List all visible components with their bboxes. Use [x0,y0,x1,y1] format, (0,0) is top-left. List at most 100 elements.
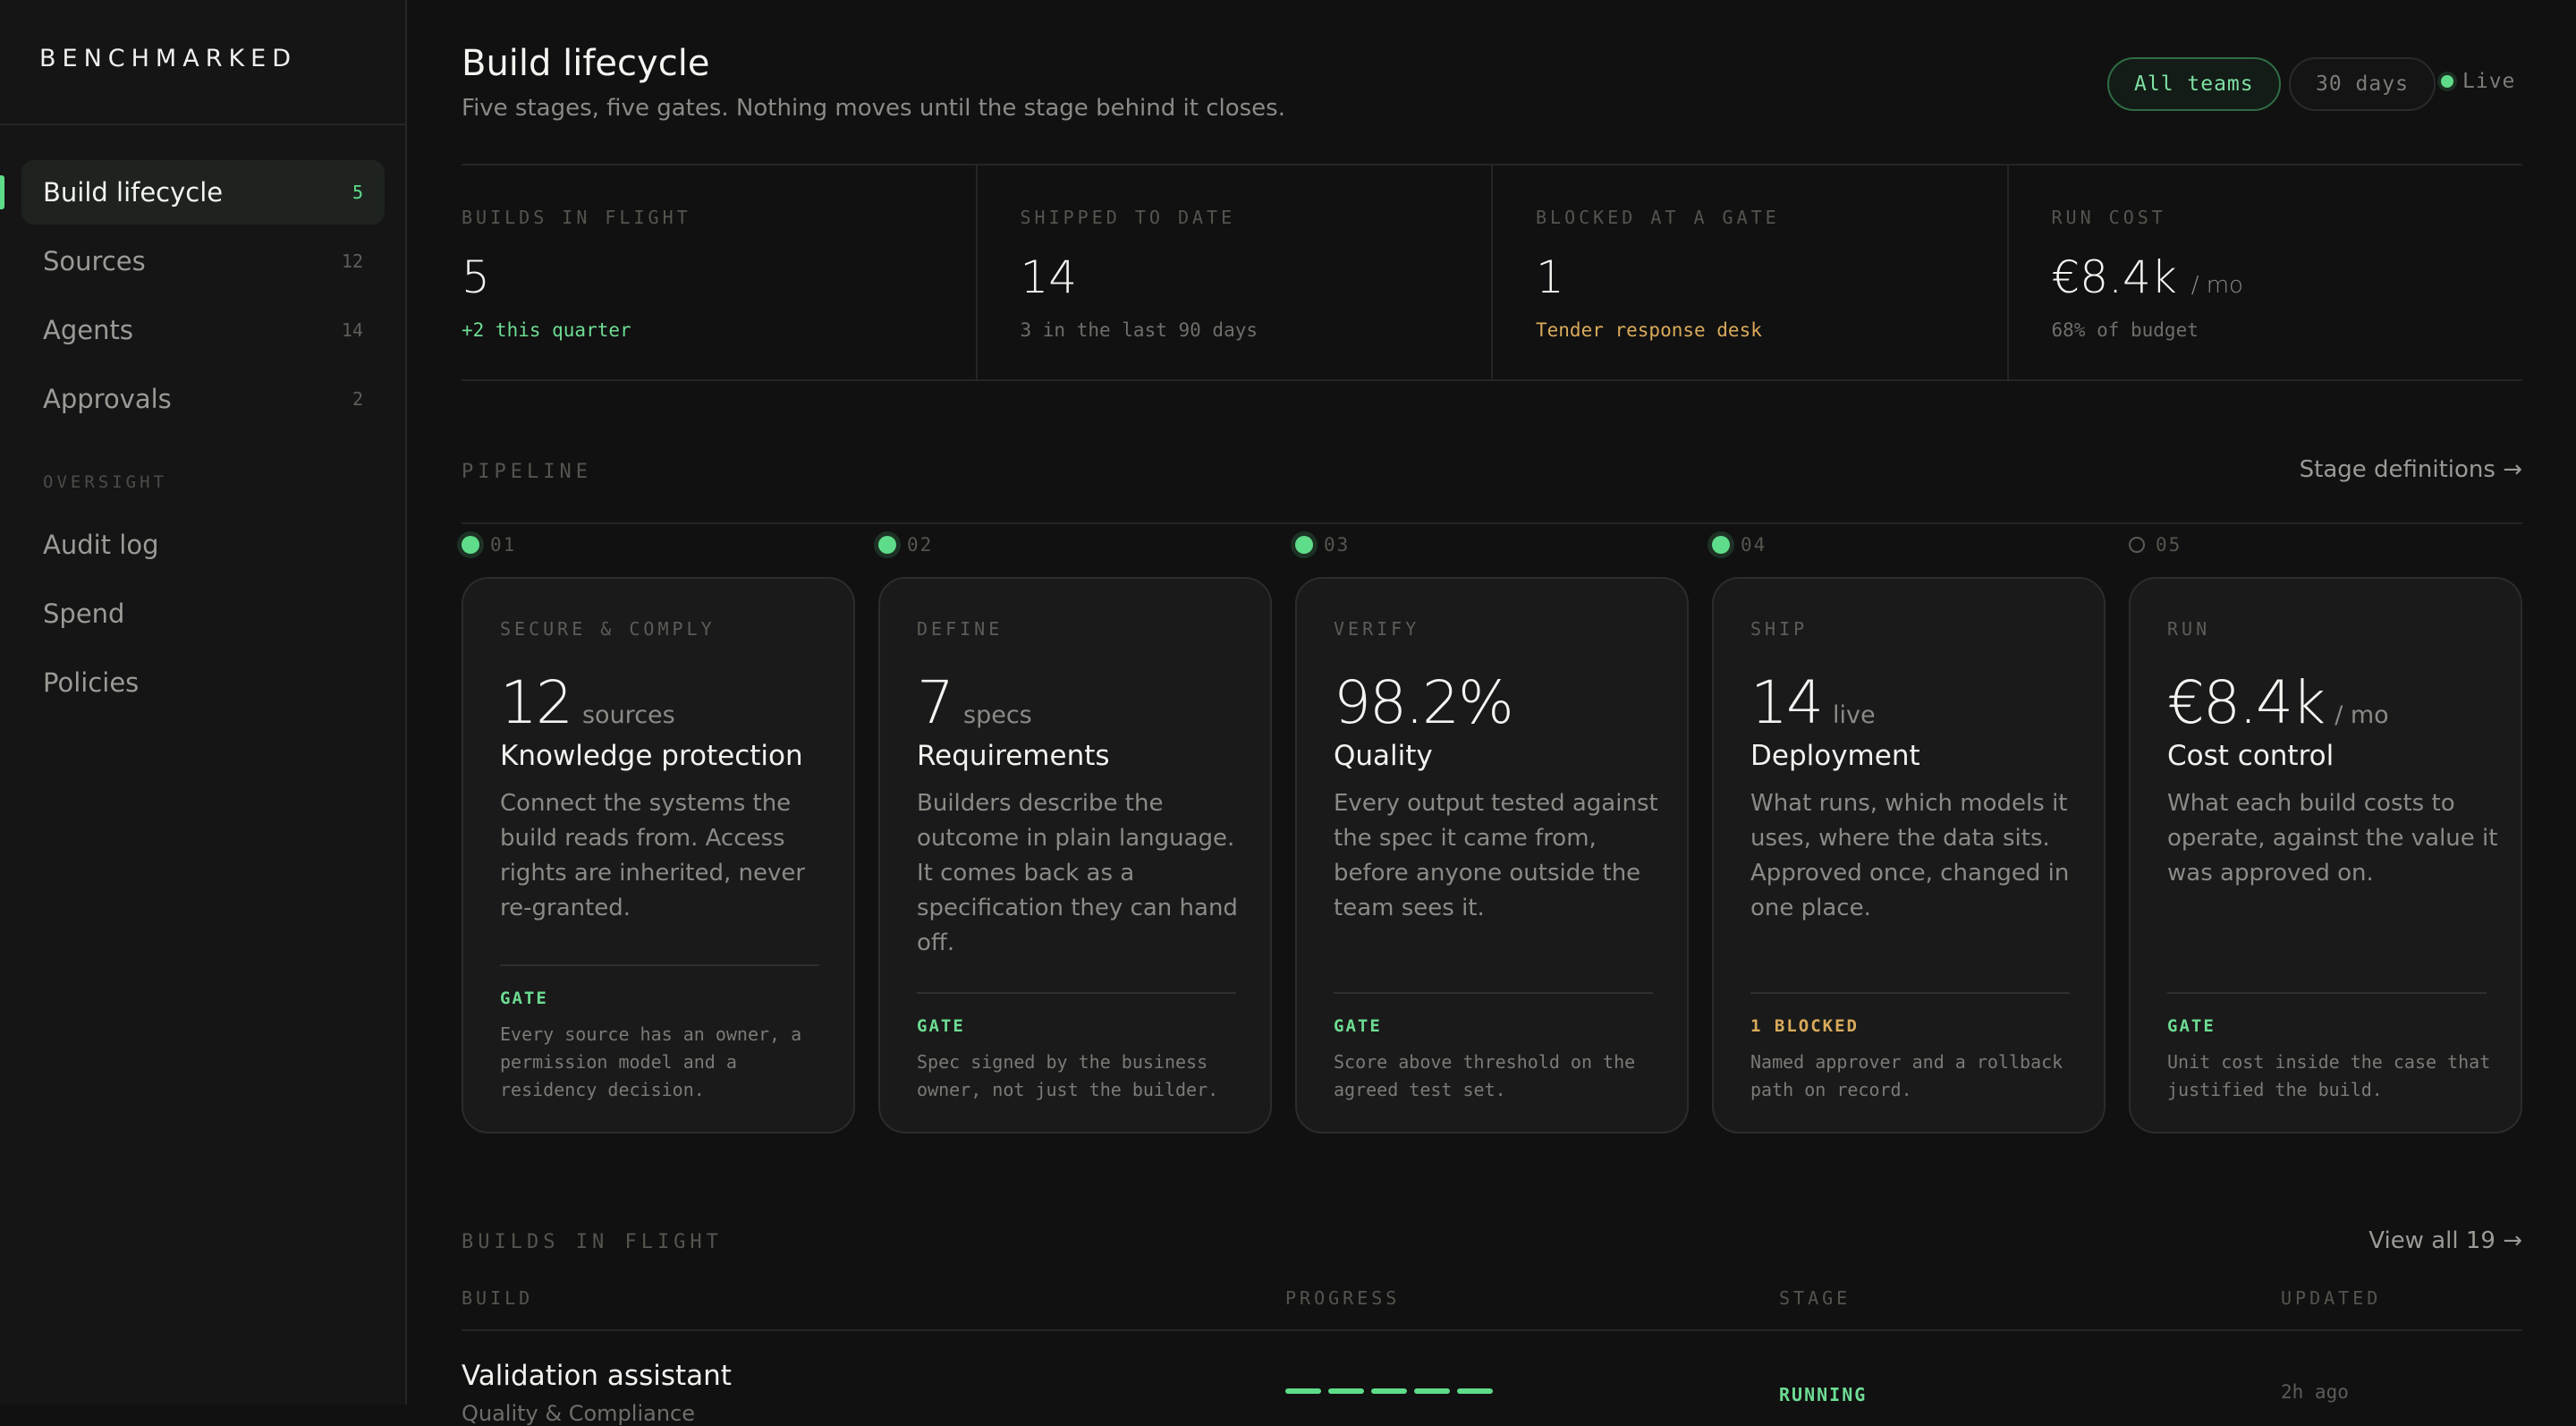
card-description: Builders describe the outcome in plain l… [917,790,1238,956]
progress-segment [1371,1388,1407,1394]
sidebar-item-build-lifecycle[interactable]: Build lifecycle 5 [21,160,385,225]
stage-marker-03: 03 [1295,534,1350,556]
card-divider [2167,992,2487,994]
stage-card-secure-comply[interactable]: SECURE & COMPLY 12 sources Knowledge pro… [462,577,855,1133]
gate-label: GATE [917,1016,965,1036]
gate-label: GATE [500,989,548,1008]
live-dot-icon [2441,75,2453,88]
stage-card-run[interactable]: RUN €8.4k / mo Cost control What each bu… [2129,577,2522,1133]
page-subtitle: Five stages, five gates. Nothing moves u… [462,95,1285,122]
card-divider [1750,992,2070,994]
sidebar-item-label: Policies [43,667,140,698]
column-header-build[interactable]: BUILD [462,1287,533,1309]
card-title: Requirements [917,740,1110,772]
sidebar-divider [0,123,407,125]
metric-value: 98.2% [1334,668,1514,737]
metric-unit: sources [581,701,675,729]
stat-note: 68% of budget [2051,319,2199,341]
stage-complete-dot-icon [462,536,479,554]
build-name[interactable]: Validation assistant [462,1360,732,1392]
metric-value: €8.4k [2167,668,2326,737]
sidebar-item-spend[interactable]: Spend [21,581,385,646]
brand-logo[interactable]: BENCHMARKED [39,45,297,72]
progress-segment [1457,1388,1493,1394]
card-description: Connect the systems the build reads from… [500,790,806,921]
builds-heading: BUILDS IN FLIGHT [462,1231,723,1253]
metric-value: 7 [917,668,954,737]
column-header-stage[interactable]: STAGE [1779,1287,1851,1309]
sidebar-item-count: 14 [341,319,363,341]
sidebar-item-sources[interactable]: Sources 12 [21,229,385,293]
build-meta: Quality & Compliance [462,1401,695,1426]
stage-number: 01 [490,534,517,556]
stat-shipped-to-date: SHIPPED TO DATE 14 3 in the last 90 days [978,166,1493,379]
sidebar-item-label: Agents [43,315,133,345]
active-nav-marker [0,175,4,209]
stat-builds-in-flight: BUILDS IN FLIGHT 5 +2 this quarter [462,166,978,379]
gate-text: Unit cost inside the case that justified… [2167,1051,2491,1100]
pipeline-heading: PIPELINE [462,461,592,483]
card-divider [500,964,819,966]
sidebar-item-approvals[interactable]: Approvals 2 [21,367,385,431]
stat-label: BLOCKED AT A GATE [1536,207,1780,228]
stat-label: BUILDS IN FLIGHT [462,207,691,228]
metric-value: 14 [1750,668,1824,737]
team-filter-button[interactable]: All teams [2107,57,2281,111]
stat-value: €8.4k / mo [2052,251,2243,303]
live-indicator[interactable]: Live [2441,70,2515,93]
sidebar-item-count: 2 [352,388,363,410]
card-title: Deployment [1750,740,1920,772]
card-metric: 12 sources [500,668,675,737]
stage-number: 02 [907,534,934,556]
sidebar: BENCHMARKED Build lifecycle 5 Sources 12… [0,0,407,1405]
updated-time: 2h ago [2281,1381,2349,1403]
table-divider [462,1329,2522,1331]
card-metric: 7 specs [917,668,1032,737]
view-all-builds-link[interactable]: View all 19 → [2368,1227,2522,1254]
stat-value: 5 [462,251,490,303]
stats-row: BUILDS IN FLIGHT 5 +2 this quarter SHIPP… [462,164,2522,381]
sidebar-item-label: Build lifecycle [43,177,224,208]
page-title: Build lifecycle [462,43,710,84]
card-title: Quality [1334,740,1433,772]
sidebar-item-policies[interactable]: Policies [21,650,385,715]
stage-card-verify[interactable]: VERIFY 98.2% Quality Every output tested… [1295,577,1689,1133]
gate-text: Score above threshold on the agreed test… [1334,1051,1636,1100]
stage-marker-04: 04 [1712,534,1767,556]
stat-run-cost: RUN COST €8.4k / mo 68% of budget [2009,166,2523,379]
gate-text: Named approver and a rollback path on re… [1750,1051,2063,1100]
column-header-progress[interactable]: PROGRESS [1285,1287,1400,1309]
stage-number: 03 [1324,534,1351,556]
card-kicker: SECURE & COMPLY [500,618,716,640]
stat-blocked-at-gate: BLOCKED AT A GATE 1 Tender response desk [1493,166,2009,379]
column-header-updated[interactable]: UPDATED [2281,1287,2381,1309]
card-divider [917,992,1236,994]
card-title: Knowledge protection [500,740,803,772]
stage-status: RUNNING [1779,1384,1868,1405]
sidebar-item-label: Spend [43,598,125,629]
stat-note-blocked-build[interactable]: Tender response desk [1536,319,1762,341]
progress-bar [1285,1388,1493,1394]
progress-segment [1285,1388,1321,1394]
stat-note: 3 in the last 90 days [1020,319,1258,341]
stat-value: 1 [1536,251,1564,303]
card-description: Every output tested against the spec it … [1334,790,1658,921]
progress-segment [1414,1388,1450,1394]
metric-unit: / mo [2334,701,2389,729]
card-description: What runs, which models it uses, where t… [1750,790,2070,921]
sidebar-item-label: Approvals [43,384,172,414]
pipeline-divider [462,522,2522,524]
main-content: Build lifecycle Five stages, five gates.… [462,0,2522,1426]
stage-number: 04 [1741,534,1767,556]
sidebar-item-agents[interactable]: Agents 14 [21,298,385,362]
stat-value: 14 [1020,251,1078,303]
stage-card-define[interactable]: DEFINE 7 specs Requirements Builders des… [878,577,1272,1133]
stage-marker-05: 05 [2129,534,2182,556]
stage-card-ship[interactable]: SHIP 14 live Deployment What runs, which… [1712,577,2106,1133]
date-range-filter-button[interactable]: 30 days [2289,57,2436,111]
stat-value-unit: / mo [2190,272,2243,299]
card-kicker: SHIP [1750,618,1809,640]
sidebar-item-audit-log[interactable]: Audit log [21,513,385,577]
stage-definitions-link[interactable]: Stage definitions → [2300,456,2522,483]
gate-label: GATE [2167,1016,2216,1036]
